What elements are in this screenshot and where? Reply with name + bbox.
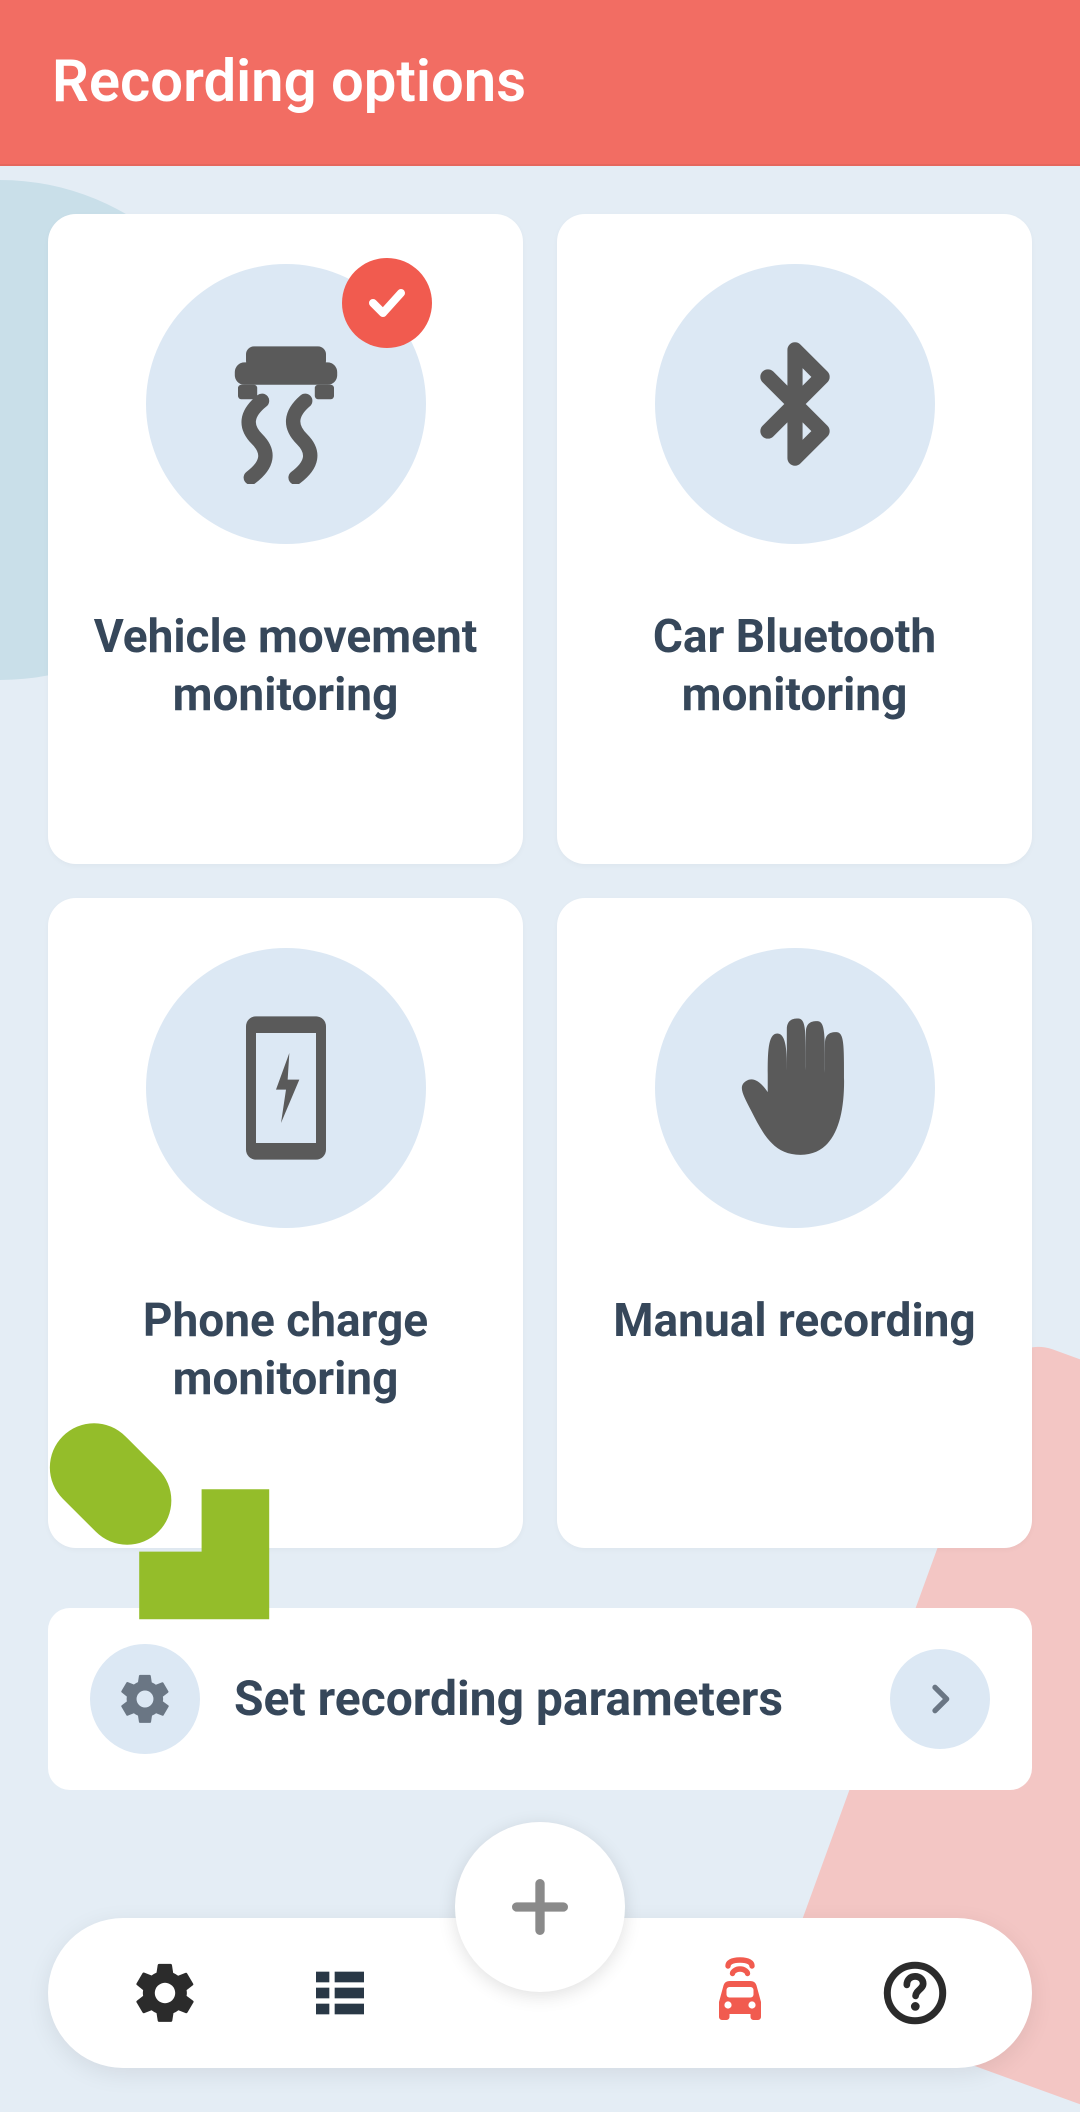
option-label: Phone charge monitoring <box>78 1293 493 1408</box>
content-area: Vehicle movement monitoring Car Bluetoot… <box>0 166 1080 1838</box>
option-manual-recording[interactable]: Manual recording <box>557 898 1032 1548</box>
chevron-right-icon <box>890 1649 990 1749</box>
list-icon <box>308 1961 372 2025</box>
nav-help[interactable] <box>855 1958 975 2028</box>
nav-settings[interactable] <box>105 1958 225 2028</box>
option-label: Vehicle movement monitoring <box>78 609 493 724</box>
selected-check-icon <box>342 258 432 348</box>
gear-icon <box>90 1644 200 1754</box>
option-label: Manual recording <box>613 1293 975 1351</box>
bluetooth-icon <box>655 264 935 544</box>
option-label: Car Bluetooth monitoring <box>587 609 1002 724</box>
nav-list[interactable] <box>280 1961 400 2025</box>
hand-icon <box>655 948 935 1228</box>
skid-car-icon <box>146 264 426 544</box>
help-icon <box>880 1958 950 2028</box>
car-icon <box>704 1957 776 2029</box>
plus-icon <box>505 1872 575 1942</box>
nav-car[interactable] <box>680 1957 800 2029</box>
options-grid: Vehicle movement monitoring Car Bluetoot… <box>48 214 1032 1548</box>
option-vehicle-movement[interactable]: Vehicle movement monitoring <box>48 214 523 864</box>
phone-charge-icon <box>146 948 426 1228</box>
option-phone-charge[interactable]: Phone charge monitoring <box>48 898 523 1548</box>
settings-row-label: Set recording parameters <box>234 1669 856 1729</box>
option-car-bluetooth[interactable]: Car Bluetooth monitoring <box>557 214 1032 864</box>
page-header: Recording options <box>0 0 1080 166</box>
gear-icon <box>130 1958 200 2028</box>
fab-add-button[interactable] <box>455 1822 625 1992</box>
page-title: Recording options <box>52 48 526 116</box>
set-recording-parameters-row[interactable]: Set recording parameters <box>48 1608 1032 1790</box>
